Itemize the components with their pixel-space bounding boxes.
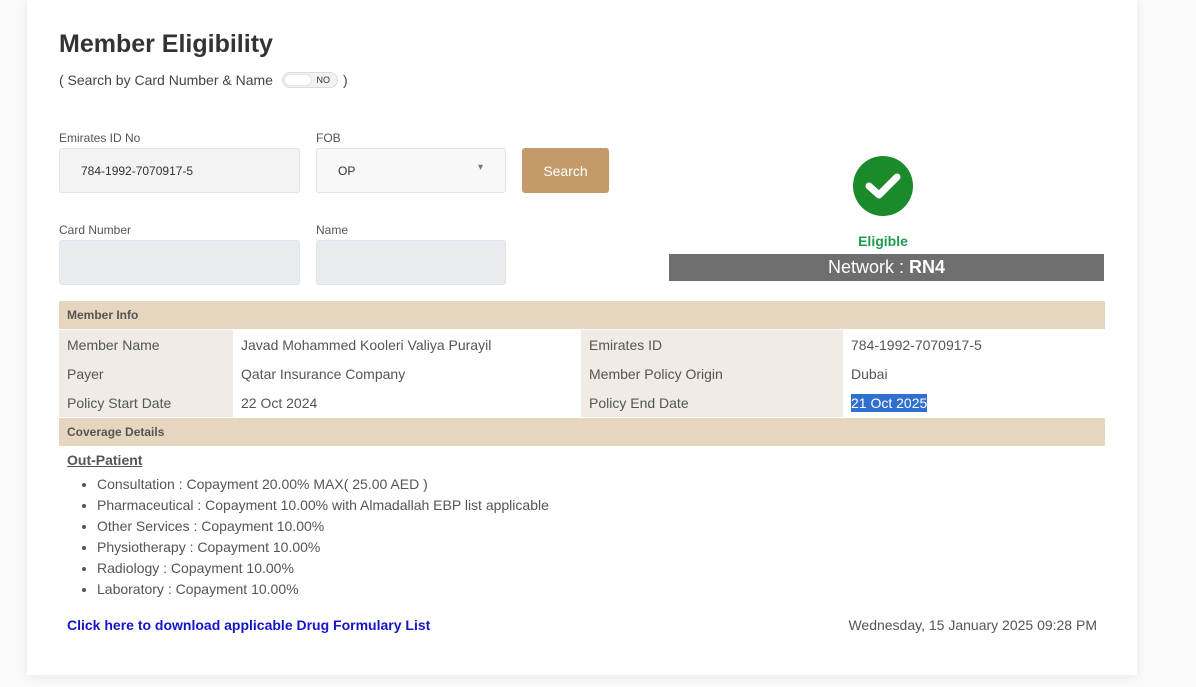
payer-value: Qatar Insurance Company <box>233 359 581 388</box>
fob-label: FOB <box>316 131 341 145</box>
emirates-id-key: Emirates ID <box>581 330 843 359</box>
emirates-id-info-value: 784-1992-7070917-5 <box>843 330 1105 359</box>
search-mode-suffix: ) <box>342 72 348 88</box>
policy-start-value: 22 Oct 2024 <box>233 388 581 417</box>
table-row: Policy Start Date 22 Oct 2024 Policy End… <box>59 388 1105 417</box>
coverage-heading: Coverage Details <box>59 418 1105 446</box>
policy-origin-value: Dubai <box>843 359 1105 388</box>
network-label: Network : <box>827 257 904 277</box>
checkmark-icon <box>865 173 901 199</box>
member-info-heading: Member Info <box>59 301 1105 329</box>
list-item: Pharmaceutical : Copayment 10.00% with A… <box>97 495 549 516</box>
list-item: Other Services : Copayment 10.00% <box>97 516 549 537</box>
search-mode-toggle[interactable]: NO <box>281 72 338 88</box>
policy-end-value: 21 Oct 2025 <box>851 393 928 412</box>
emirates-id-value: 784-1992-7070917-5 <box>81 163 194 178</box>
policy-start-key: Policy Start Date <box>59 388 233 417</box>
chevron-down-icon: ▾ <box>477 162 483 173</box>
search-mode-line: ( Search by Card Number & Name NO ) <box>59 71 348 89</box>
list-item: Radiology : Copayment 10.00% <box>97 558 549 579</box>
table-row: Payer Qatar Insurance Company Member Pol… <box>59 359 1105 388</box>
list-item: Consultation : Copayment 20.00% MAX( 25.… <box>97 474 549 495</box>
emirates-id-label: Emirates ID No <box>59 131 141 145</box>
toggle-knob <box>283 74 312 86</box>
member-info-table: Member Name Javad Mohammed Kooleri Valiy… <box>59 330 1105 417</box>
search-mode-label: ( Search by Card Number & Name <box>59 72 273 88</box>
drug-formulary-link[interactable]: Click here to download applicable Drug F… <box>67 617 430 633</box>
payer-key: Payer <box>59 359 233 388</box>
list-item: Laboratory : Copayment 10.00% <box>97 579 549 600</box>
card-number-label: Card Number <box>59 223 132 237</box>
eligibility-card: Member Eligibility ( Search by Card Numb… <box>27 0 1137 675</box>
card-number-input[interactable] <box>59 240 300 285</box>
network-bar: Network : RN4 <box>669 254 1104 281</box>
member-name-key: Member Name <box>59 330 233 359</box>
fob-select[interactable]: OP ▾ <box>316 148 506 193</box>
member-name-value: Javad Mohammed Kooleri Valiya Purayil <box>233 330 581 359</box>
network-value: RN4 <box>909 257 946 277</box>
page-title: Member Eligibility <box>59 30 273 58</box>
search-button[interactable]: Search <box>522 148 609 193</box>
policy-origin-key: Member Policy Origin <box>581 359 843 388</box>
check-circle-icon <box>853 156 913 216</box>
toggle-state-label: NO <box>316 75 330 85</box>
name-input[interactable] <box>316 240 506 285</box>
name-label: Name <box>316 223 349 237</box>
policy-end-cell: 21 Oct 2025 <box>843 388 1105 417</box>
policy-end-key: Policy End Date <box>581 388 843 417</box>
coverage-list: Consultation : Copayment 20.00% MAX( 25.… <box>67 474 549 600</box>
emirates-id-input[interactable]: 784-1992-7070917-5 <box>59 148 300 193</box>
list-item: Physiotherapy : Copayment 10.00% <box>97 537 549 558</box>
current-datetime: Wednesday, 15 January 2025 09:28 PM <box>848 617 1097 633</box>
out-patient-title: Out-Patient <box>67 452 143 468</box>
fob-selected-value: OP <box>338 163 356 178</box>
eligibility-status: Eligible <box>858 233 908 249</box>
table-row: Member Name Javad Mohammed Kooleri Valiy… <box>59 330 1105 359</box>
